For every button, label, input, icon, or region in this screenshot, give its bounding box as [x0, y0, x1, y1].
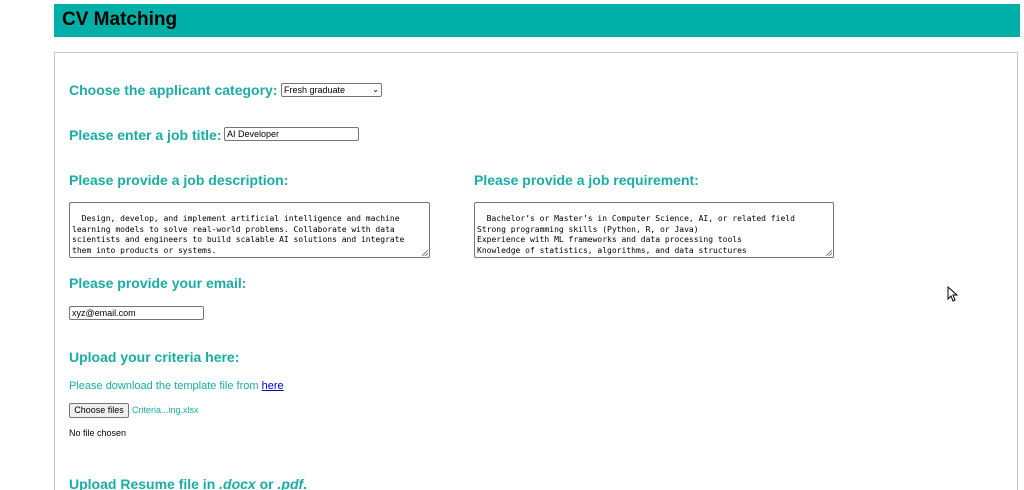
criteria-file-name: Criteria...ing.xlsx: [132, 405, 199, 415]
email-value: xyz@email.com: [72, 308, 136, 318]
resize-grip-icon[interactable]: [422, 250, 428, 256]
job-title-label: Please enter a job title:: [69, 127, 222, 143]
resume-docx-ext: .docx: [219, 476, 256, 490]
job-requirement-value: Bachelor’s or Master’s in Computer Scien…: [477, 214, 795, 257]
mouse-pointer-icon: [947, 286, 958, 302]
job-title-input[interactable]: AI Developer: [224, 127, 359, 141]
email-input[interactable]: xyz@email.com: [69, 306, 204, 320]
resize-grip-icon[interactable]: [826, 250, 832, 256]
job-requirement-label: Please provide a job requirement:: [474, 172, 699, 188]
app-header: CV Matching: [54, 4, 1020, 37]
resume-pdf-ext: .pdf: [277, 476, 304, 490]
template-text: Please download the template file from: [69, 380, 259, 392]
job-description-value: Design, develop, and implement artificia…: [72, 214, 410, 255]
job-title-value: AI Developer: [227, 129, 280, 139]
criteria-label: Upload your criteria here:: [69, 349, 240, 365]
job-description-textarea[interactable]: Design, develop, and implement artificia…: [69, 202, 430, 258]
template-download-link[interactable]: here: [262, 380, 284, 392]
resume-label-prefix: Upload Resume file in: [69, 476, 220, 490]
app-title: CV Matching: [62, 9, 178, 30]
job-description-label: Please provide a job description:: [69, 172, 289, 188]
category-selected-value: Fresh graduate: [284, 85, 346, 95]
resume-or: or: [255, 476, 278, 490]
template-info: Please download the template file from h…: [69, 380, 284, 392]
category-select[interactable]: Fresh graduate ⌄: [281, 83, 382, 97]
file-status: No file chosen: [69, 428, 127, 438]
category-label: Choose the applicant category:: [69, 82, 278, 98]
job-requirement-textarea[interactable]: Bachelor’s or Master’s in Computer Scien…: [474, 202, 834, 258]
resume-label: Upload Resume file in .docx or .pdf.: [69, 476, 307, 490]
chevron-down-icon: ⌄: [372, 85, 379, 94]
form-panel: [54, 52, 1018, 490]
email-label: Please provide your email:: [69, 275, 247, 291]
resume-suffix: .: [303, 476, 308, 490]
choose-files-button[interactable]: Choose files: [69, 403, 129, 418]
